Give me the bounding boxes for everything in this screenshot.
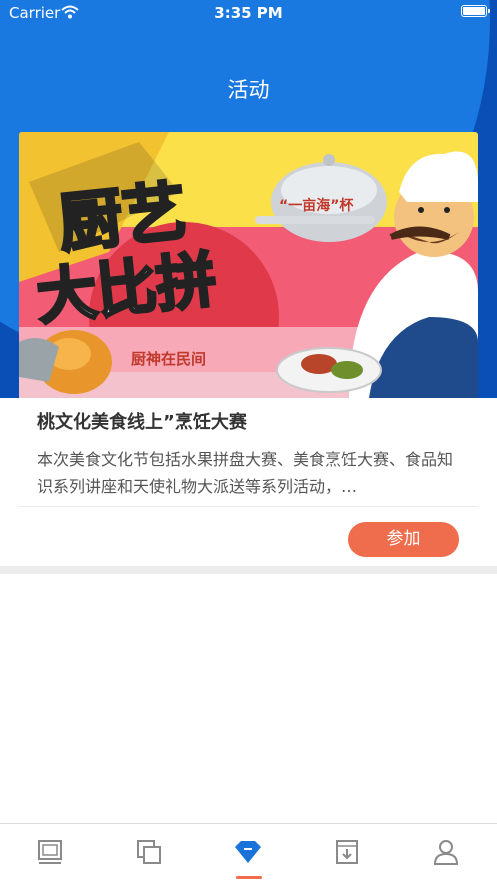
copy-icon — [136, 840, 161, 864]
page-title: 活动 — [227, 78, 270, 102]
activity-description: 本次美食文化节包括水果拼盘大赛、美食烹饪大赛、食品知识系列讲座和天使礼物大派送等… — [37, 450, 454, 496]
diamond-icon — [234, 841, 261, 863]
status-bar: Carrier 3:35 PM — [0, 0, 497, 26]
tab-profile[interactable] — [396, 824, 495, 880]
tab-bar — [0, 823, 497, 884]
active-tab-indicator — [236, 876, 262, 879]
card-divider — [19, 506, 478, 507]
status-time: 3:35 PM — [214, 4, 283, 22]
tab-activity[interactable] — [198, 824, 297, 880]
user-icon — [433, 840, 458, 865]
tab-download[interactable] — [297, 824, 396, 880]
activity-title[interactable]: 桃文化美食线上”烹饪大赛 — [37, 408, 247, 434]
download-box-icon — [335, 840, 358, 864]
join-button[interactable]: 参加 — [348, 522, 459, 557]
tab-monitor[interactable] — [0, 824, 99, 880]
activity-banner[interactable]: 厨艺 大比拼 “一亩海”杯 厨神在民间 — [19, 132, 478, 398]
banner-illustration: 厨艺 大比拼 “一亩海”杯 厨神在民间 — [19, 132, 478, 398]
banner-tagline: 厨神在民间 — [131, 350, 206, 368]
battery-icon — [461, 5, 490, 17]
section-separator — [0, 566, 497, 574]
tab-copy[interactable] — [99, 824, 198, 880]
banner-cup-label: “一亩海”杯 — [279, 197, 354, 214]
monitor-icon — [37, 840, 62, 864]
